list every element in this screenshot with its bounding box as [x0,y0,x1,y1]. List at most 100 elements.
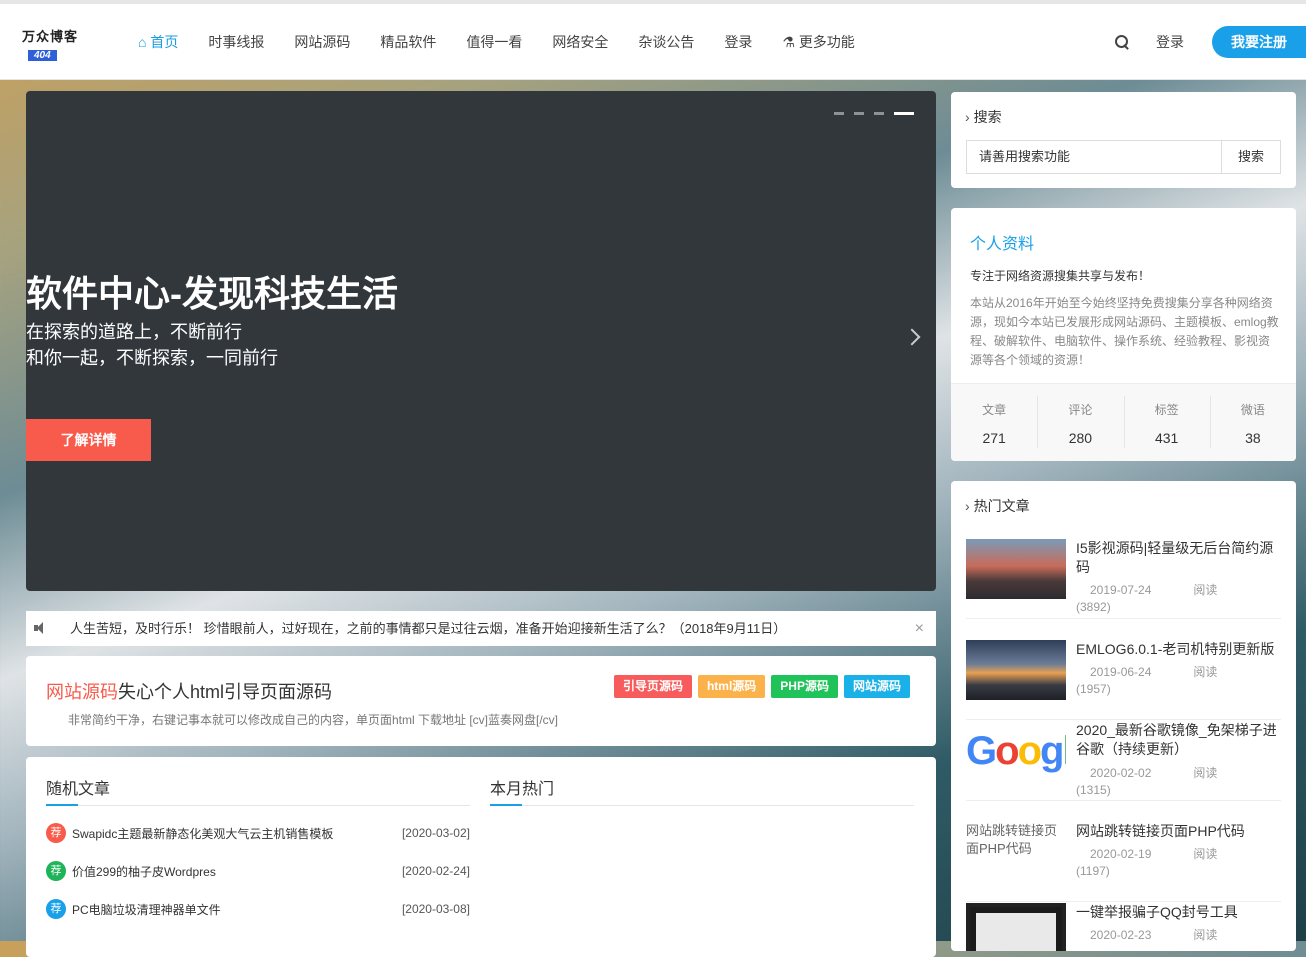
nav-label: 首页 [150,34,179,50]
hot-article-count: (1197) [1076,864,1110,878]
tag[interactable]: 网站源码 [843,675,910,698]
list-item-title[interactable]: 价值299的柚子皮Wordpres [72,863,216,880]
chevron-right-icon[interactable] [903,328,921,346]
stat-posts: 微语 38 [1209,384,1296,461]
notice-text: 人生苦短，及时行乐！ 珍惜眼前人，过好现在，之前的事情都只是过往云烟，准备开始迎… [70,621,787,636]
hot-article-title[interactable]: EMLOG6.0.1-老司机特别更新版 [1076,640,1281,659]
hot-article-meta: 2019-07-24 阅读 [1076,581,1217,598]
monthly-hot: 本月热门 [490,775,914,806]
hot-article-date: 2020-02-19 [1090,847,1152,861]
hot-article[interactable]: Google 2020_最新谷歌镜像_免架梯子进谷歌（持续更新） 2020-02… [966,721,1281,801]
sidebar-search: 搜索 请善用搜索功能 搜索 [951,92,1296,188]
home-icon: ⌂ [138,34,151,50]
featured-category[interactable]: 网站源码 [46,682,118,702]
site-logo[interactable]: 万众博客 404 [22,26,82,62]
learn-more-button[interactable]: 了解详情 [26,419,151,461]
hot-article-read: 阅读 [1193,665,1218,679]
google-letter: o [1017,729,1042,773]
featured-description: 非常简约干净，右键记事本就可以修改成自己的内容，单页面html 下载地址 [cv… [68,713,559,727]
slider-dots [824,112,914,115]
site-header: 万众博客 404 ⌂ 首页 时事线报 网站源码 精品软件 值得一看 网络安全 杂… [0,4,1306,80]
nav-item-source[interactable]: 网站源码 [294,32,350,52]
profile-motto: 专注于网络资源搜集共享与发布！ [970,269,1151,283]
nav-item-misc[interactable]: 杂谈公告 [638,32,694,52]
list-item[interactable]: 荐 价值299的柚子皮Wordpres [2020-02-24] [46,852,470,890]
hot-article-meta: 2020-02-23 阅读 [1076,926,1217,943]
header-actions: 登录 我要注册 [1114,4,1306,80]
slider-dot-active[interactable] [894,112,914,115]
speaker-icon [34,622,46,634]
profile-description: 本站从2016年开始至今始终坚持免费搜集分享各种网络资源，现如今本站已发展形成网… [970,296,1279,367]
stat-articles: 文章 271 [951,384,1037,461]
google-letter: l [1062,729,1066,773]
nav-label: 更多功能 [798,34,855,50]
hot-article-title[interactable]: 网站跳转链接页面PHP代码 [1076,822,1281,841]
article-thumbnail[interactable] [966,903,1066,951]
tag[interactable]: html源码 [697,675,766,698]
list-item[interactable]: 荐 Swapidc主题最新静态化美观大气云主机销售模板 [2020-03-02] [46,814,470,852]
google-letter: o [995,729,1019,773]
close-icon[interactable]: × [915,611,924,646]
google-letter: g [1040,729,1064,773]
nav-item-news[interactable]: 时事线报 [208,32,264,52]
random-articles-heading: 随机文章 [46,775,470,806]
stat-value: 280 [1068,430,1093,446]
hot-article-title[interactable]: 2020_最新谷歌镜像_免架梯子进谷歌（持续更新） [1076,721,1281,759]
slide-subtitle: 在探索的道路上，不断前行 和你一起，不断探索，一同前行 [26,319,278,371]
stat-label: 微语 [1240,403,1265,417]
hot-article-read: 阅读 [1193,928,1218,942]
hot-article-title[interactable]: I5影视源码|轻量级无后台简约源码 [1076,539,1281,577]
hot-article-title[interactable]: 一键举报骗子QQ封号工具 [1076,903,1281,922]
hot-article-read: 阅读 [1193,583,1218,597]
hot-article-count: (1315) [1076,783,1111,797]
article-thumbnail[interactable]: 网站跳转链接页面PHP代码 [966,822,1066,882]
nav-item-more[interactable]: ⚗ 更多功能 [782,32,854,52]
notice-bar: 人生苦短，及时行乐！ 珍惜眼前人，过好现在，之前的事情都只是过往云烟，准备开始迎… [26,611,936,646]
hot-article[interactable]: EMLOG6.0.1-老司机特别更新版 2019-06-24 阅读 (1957) [966,640,1281,720]
slider-dot[interactable] [874,112,884,115]
monthly-hot-heading: 本月热门 [490,775,914,806]
search-icon[interactable] [1114,34,1130,50]
sidebar-profile: 个人资料 专注于网络资源搜集共享与发布！ 本站从2016年开始至今始终坚持免费搜… [951,208,1296,461]
list-item-date: [2020-02-24] [401,864,470,878]
register-button[interactable]: 我要注册 [1212,26,1306,58]
list-item-title[interactable]: Swapidc主题最新静态化美观大气云主机销售模板 [72,825,333,842]
hot-articles-heading: 热门文章 [965,496,1030,516]
hot-article-count: (3892) [1076,600,1111,614]
header-login-link[interactable]: 登录 [1156,32,1184,52]
hot-article-date: 2020-02-23 [1090,928,1152,942]
hot-article[interactable]: 网站跳转链接页面PHP代码 网站跳转链接页面PHP代码 2020-02-19 阅读… [966,822,1281,902]
stat-value: 431 [1154,430,1179,446]
tag-list: 引导页源码 html源码 PHP源码 网站源码 [608,675,910,698]
article-thumbnail[interactable] [966,539,1066,599]
recommend-badge: 荐 [46,899,66,919]
hero-slider: 软件中心-发现科技生活 在探索的道路上，不断前行 和你一起，不断探索，一同前行 … [26,91,936,591]
hot-article-meta: 2020-02-02 阅读 [1076,764,1217,781]
featured-title[interactable]: 网站源码失心个人html引导页面源码 [46,678,332,704]
flask-icon: ⚗ [782,34,799,50]
article-thumbnail[interactable] [966,640,1066,700]
slider-dot[interactable] [834,112,844,115]
list-item[interactable]: 荐 PC电脑垃圾清理神器单文件 [2020-03-08] [46,890,470,928]
nav-item-security[interactable]: 网络安全 [552,32,608,52]
logo-text: 万众博客 [22,30,79,45]
hot-article-date: 2020-02-02 [1090,766,1152,780]
google-logo[interactable]: Google [966,721,1066,781]
slider-dot[interactable] [854,112,864,115]
tag[interactable]: 引导页源码 [613,675,692,698]
nav-item-software[interactable]: 精品软件 [380,32,436,52]
search-input[interactable]: 请善用搜索功能 [966,140,1222,174]
slide-subtitle-line: 在探索的道路上，不断前行 [26,322,242,342]
slide-title: 软件中心-发现科技生活 [26,273,398,314]
random-articles: 随机文章 荐 Swapidc主题最新静态化美观大气云主机销售模板 [2020-0… [46,775,470,928]
hot-article[interactable]: 一键举报骗子QQ封号工具 2020-02-23 阅读 [966,903,1281,951]
nav-item-login[interactable]: 登录 [724,32,752,52]
search-button[interactable]: 搜索 [1221,140,1281,174]
stat-tags: 标签 431 [1123,384,1210,461]
nav-item-worth[interactable]: 值得一看 [466,32,522,52]
tag[interactable]: PHP源码 [771,675,838,698]
nav-item-home[interactable]: ⌂ 首页 [138,32,178,52]
hot-article[interactable]: I5影视源码|轻量级无后台简约源码 2019-07-24 阅读 (3892) [966,539,1281,619]
hot-article-date: 2019-06-24 [1090,665,1152,679]
list-item-title[interactable]: PC电脑垃圾清理神器单文件 [72,901,221,918]
